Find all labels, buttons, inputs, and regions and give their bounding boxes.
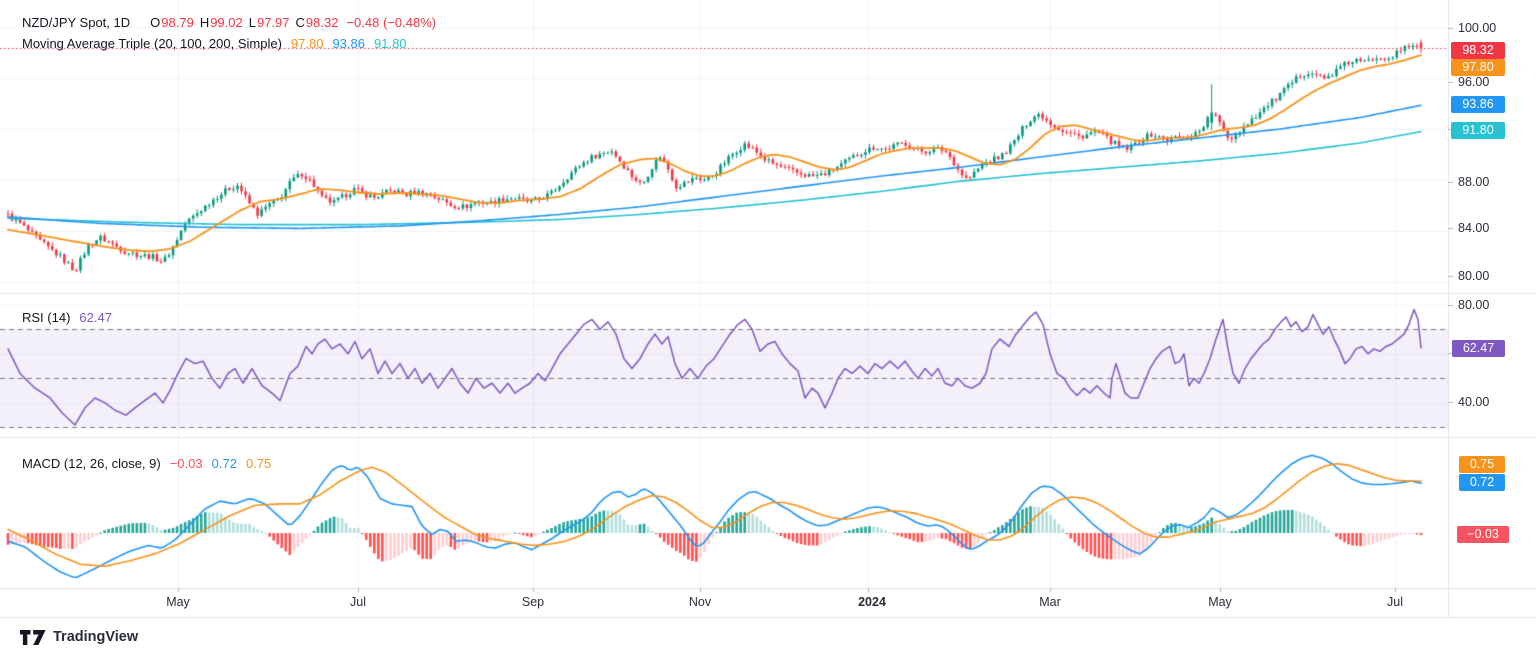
rsi-value-badge: 62.47 — [1452, 340, 1505, 357]
open-value: 98.79 — [161, 15, 194, 30]
rsi-value: 62.47 — [79, 310, 112, 325]
macd-signal-value: 0.75 — [246, 456, 271, 471]
ma-indicator-title[interactable]: Moving Average Triple (20, 100, 200, Sim… — [22, 36, 282, 51]
macd-hist-badge: −0.03 — [1457, 526, 1509, 543]
axis-label-80.00: 80.00 — [1458, 268, 1489, 285]
macd-hist-value: −0.03 — [170, 456, 203, 471]
macd-line-badge: 0.72 — [1459, 474, 1505, 491]
macd-line-value: 0.72 — [212, 456, 237, 471]
time-label-May: May — [166, 595, 190, 609]
axis-label-100.00: 100.00 — [1458, 20, 1496, 37]
close-label: C — [296, 15, 305, 30]
symbol-title[interactable]: NZD/JPY Spot, 1D — [22, 15, 130, 30]
high-label: H — [200, 15, 209, 30]
high-value: 99.02 — [210, 15, 243, 30]
low-label: L — [249, 15, 256, 30]
axis-label-84.00: 84.00 — [1458, 220, 1489, 237]
time-label-Sep: Sep — [522, 595, 544, 609]
time-label-Mar: Mar — [1039, 595, 1061, 609]
macd-legend: MACD (12, 26, close, 9) −0.03 0.72 0.75 — [22, 456, 271, 471]
open-label: O — [150, 15, 160, 30]
time-label-Jul: Jul — [350, 595, 366, 609]
ma200-badge: 91.80 — [1451, 122, 1505, 139]
ma100-badge: 93.86 — [1451, 96, 1505, 113]
tradingview-logo-text: TradingView — [53, 629, 138, 645]
ma20-value: 97.80 — [291, 36, 324, 51]
time-label-Jul: Jul — [1387, 595, 1403, 609]
ma-legend: Moving Average Triple (20, 100, 200, Sim… — [22, 36, 407, 51]
rsi-legend: RSI (14) 62.47 — [22, 310, 112, 325]
axis-label-40.00: 40.00 — [1458, 394, 1489, 411]
ma200-value: 91.80 — [374, 36, 407, 51]
low-value: 97.97 — [257, 15, 290, 30]
price-legend: NZD/JPY Spot, 1D O98.79 H99.02 L97.97 C98.32… — [22, 15, 436, 30]
macd-indicator-title[interactable]: MACD (12, 26, close, 9) — [22, 456, 161, 471]
close-value: 98.32 — [306, 15, 339, 30]
ma20-badge: 97.80 — [1451, 59, 1505, 76]
close-price-badge: 98.32 — [1451, 42, 1505, 59]
rsi-indicator-title[interactable]: RSI (14) — [22, 310, 70, 325]
time-label-2024: 2024 — [858, 595, 886, 609]
tradingview-chart-window: NZD/JPY Spot, 1DO98.79H99.02L97.97C98.32… — [0, 0, 1536, 659]
axis-label-88.00: 88.00 — [1458, 174, 1489, 191]
axis-label-80.00: 80.00 — [1458, 297, 1489, 314]
tradingview-logo-icon — [20, 630, 46, 645]
chart-plot-area[interactable] — [0, 0, 1536, 659]
tradingview-logo[interactable]: TradingView — [20, 629, 138, 645]
change-value: −0.48 (−0.48%) — [346, 15, 436, 30]
axis-label-96.00: 96.00 — [1458, 74, 1489, 91]
time-label-May: May — [1208, 595, 1232, 609]
ma100-value: 93.86 — [332, 36, 365, 51]
macd-signal-badge: 0.75 — [1459, 456, 1505, 473]
time-label-Nov: Nov — [689, 595, 711, 609]
